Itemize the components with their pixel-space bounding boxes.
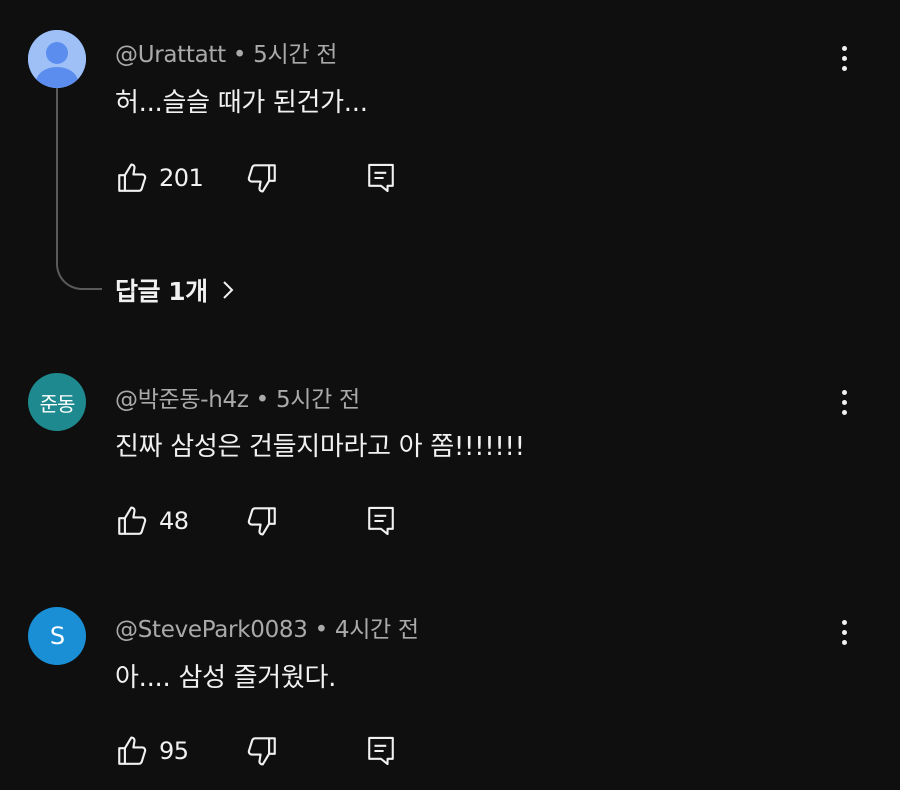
- meta-separator: •: [232, 42, 247, 68]
- comment-time[interactable]: 4시간 전: [335, 617, 419, 643]
- avatar[interactable]: 준동: [28, 373, 86, 431]
- replies-label: 답글 1개: [115, 277, 208, 306]
- thumbs-up-icon: [118, 506, 147, 535]
- chevron-right-icon: [222, 281, 234, 299]
- like-count: 48: [159, 507, 189, 535]
- thumbs-down-icon: [247, 507, 276, 536]
- comment-meta: @Urattatt • 5시간 전: [115, 35, 337, 69]
- comment-meta: @StevePark0083 • 4시간 전: [115, 610, 419, 644]
- comment-text: 아.... 삼성 즐거웠다.: [115, 663, 337, 693]
- reply-button[interactable]: [365, 158, 397, 198]
- reply-comment-icon: [368, 736, 394, 766]
- reply-button[interactable]: [365, 731, 397, 771]
- avatar-initials: S: [49, 622, 65, 650]
- comment-time[interactable]: 5시간 전: [253, 42, 337, 68]
- thumbs-down-icon: [247, 737, 276, 766]
- comment-time[interactable]: 5시간 전: [276, 387, 360, 413]
- avatar-initials: 준동: [39, 391, 76, 416]
- more-button[interactable]: [828, 382, 860, 422]
- more-button[interactable]: [828, 612, 860, 652]
- meta-separator: •: [314, 617, 329, 643]
- dislike-button[interactable]: [245, 731, 365, 771]
- like-button[interactable]: 48: [115, 501, 245, 541]
- more-vertical-icon: [841, 45, 847, 51]
- avatar[interactable]: [28, 30, 86, 88]
- default-avatar-icon: [28, 30, 86, 88]
- avatar[interactable]: S: [28, 607, 86, 665]
- comment-text: 허...슬슬 때가 된건가...: [115, 88, 368, 118]
- comment-actions: 95: [115, 731, 397, 771]
- more-vertical-icon: [841, 389, 847, 395]
- comment-author[interactable]: @Urattatt: [115, 42, 226, 68]
- like-count: 95: [159, 737, 189, 765]
- like-count: 201: [159, 164, 204, 192]
- comment-author[interactable]: @박준동-h4z: [115, 387, 249, 413]
- meta-separator: •: [255, 387, 270, 413]
- thumbs-up-icon: [118, 736, 147, 765]
- dislike-button[interactable]: [245, 158, 365, 198]
- dislike-button[interactable]: [245, 501, 365, 541]
- comment-actions: 48: [115, 501, 397, 541]
- reply-comment-icon: [368, 506, 394, 536]
- more-vertical-icon: [841, 619, 847, 625]
- comment-author[interactable]: @StevePark0083: [115, 617, 308, 643]
- view-replies-button[interactable]: 답글 1개: [115, 270, 238, 310]
- thread-connector-line: [56, 88, 102, 290]
- comment-text: 진짜 삼성은 건들지마라고 아 쫌!!!!!!!: [115, 432, 525, 462]
- thumbs-down-icon: [247, 164, 276, 193]
- reply-button[interactable]: [365, 501, 397, 541]
- thumbs-up-icon: [118, 163, 147, 192]
- like-button[interactable]: 95: [115, 731, 245, 771]
- comment-meta: @박준동-h4z • 5시간 전: [115, 380, 360, 414]
- reply-comment-icon: [368, 163, 394, 193]
- like-button[interactable]: 201: [115, 158, 245, 198]
- comment-actions: 201: [115, 158, 397, 198]
- more-button[interactable]: [828, 38, 860, 78]
